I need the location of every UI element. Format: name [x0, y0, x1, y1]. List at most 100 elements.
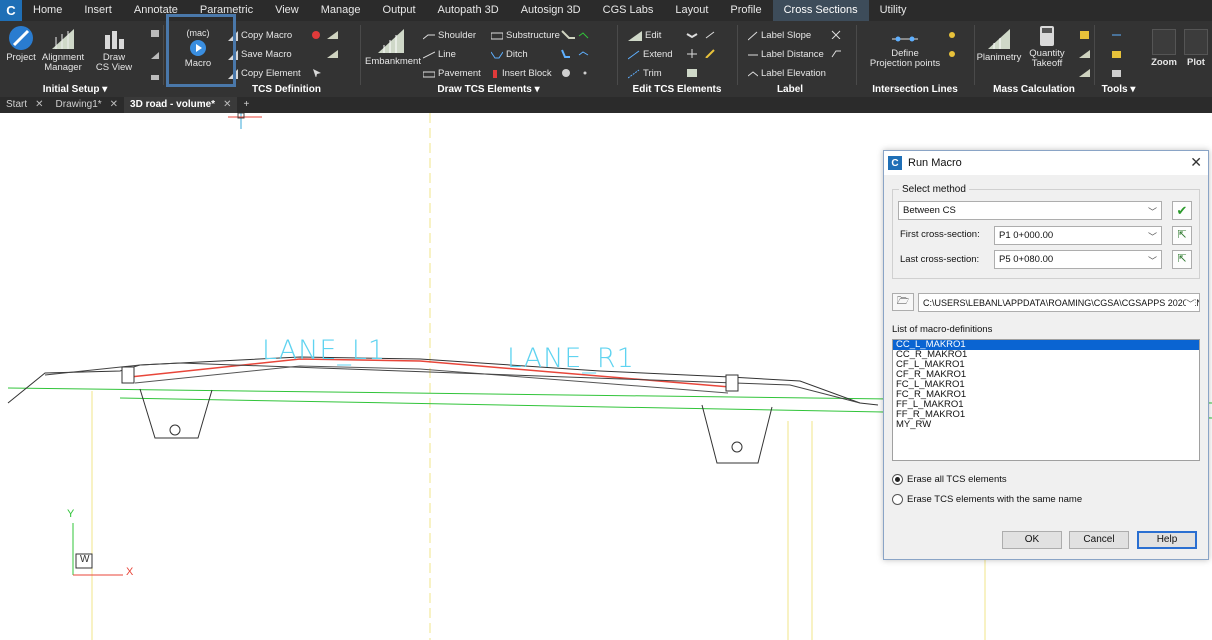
app-logo[interactable]: C — [0, 0, 22, 21]
method-select[interactable]: Between CS ﹀ — [898, 201, 1162, 220]
tools-icon[interactable] — [1111, 30, 1122, 39]
panel-title-initial-setup[interactable]: Initial Setup ▾ — [0, 84, 150, 95]
point-tool-icon[interactable] — [561, 68, 589, 77]
cursor-icon[interactable] — [312, 68, 323, 77]
doc-tab-start[interactable]: Start ✕ — [0, 97, 50, 113]
move-tool-icon[interactable] — [686, 49, 716, 58]
close-icon[interactable]: ✕ — [223, 97, 231, 113]
insert-block-button[interactable]: Insert Block — [491, 68, 552, 80]
edit-tool-icon[interactable] — [686, 30, 716, 39]
mass-tool-icon[interactable] — [1079, 68, 1090, 77]
ribbon-tab-profile[interactable]: Profile — [719, 0, 772, 21]
macro-path-select[interactable]: C:\USERS\LEBANL\APPDATA\ROAMING\CGSA\CGS… — [918, 293, 1200, 312]
panel-title-draw-tcs[interactable]: Draw TCS Elements ▾ — [361, 84, 616, 95]
ok-button[interactable]: OK — [1002, 531, 1062, 549]
slope-tool-icon[interactable] — [561, 30, 589, 39]
slope-icon[interactable] — [327, 49, 338, 58]
project-icon — [9, 26, 33, 50]
edit-button[interactable]: Edit — [628, 30, 661, 42]
ribbon-tab-home[interactable]: Home — [22, 0, 73, 21]
small-tool-icon[interactable] — [150, 29, 161, 38]
save-macro-button[interactable]: Save Macro — [228, 49, 292, 61]
radio-erase-same-indicator[interactable] — [892, 494, 903, 505]
trim-button[interactable]: Trim — [628, 68, 662, 80]
ribbon-tab-view[interactable]: View — [264, 0, 310, 21]
ribbon-tab-utility[interactable]: Utility — [869, 0, 918, 21]
planimetry-icon — [988, 29, 1010, 49]
copy-macro-button[interactable]: Copy Macro — [228, 30, 292, 42]
macro-list-item[interactable]: FF_R_MAKRO1 — [893, 410, 1199, 420]
apply-method-button[interactable]: ✔ — [1172, 201, 1192, 220]
label-elevation-button[interactable]: Label Elevation — [748, 68, 826, 80]
mass-tool-icon[interactable] — [1079, 30, 1090, 39]
plot-label: Plot — [1187, 57, 1205, 68]
stack-tool-icon[interactable] — [686, 68, 700, 77]
substructure-button[interactable]: Substructure — [491, 30, 560, 42]
pick-last-cs-button[interactable]: ⇱ — [1172, 250, 1192, 269]
point-tool-icon[interactable] — [947, 49, 958, 58]
label-tool-icon[interactable] — [831, 30, 842, 39]
ditch-button[interactable]: Ditch — [491, 49, 528, 61]
planimetry-button[interactable]: Planimetry — [975, 25, 1023, 63]
checkmark-icon: ✔ — [1176, 203, 1188, 218]
macro-list-item[interactable]: MY_RW — [893, 420, 1199, 430]
browse-folder-button[interactable]: 🗁 — [892, 293, 914, 311]
ditch-right — [701, 404, 773, 464]
ribbon-tab-manage[interactable]: Manage — [310, 0, 372, 21]
doc-tab-start-label: Start — [6, 99, 28, 110]
close-icon[interactable]: ✕ — [1190, 154, 1202, 171]
tools-icon[interactable] — [1111, 49, 1122, 58]
label-slope-button[interactable]: Label Slope — [748, 30, 811, 42]
macro-definitions-list[interactable]: CC_L_MAKRO1 CC_R_MAKRO1 CF_L_MAKRO1 CF_R_MA… — [892, 339, 1200, 461]
ribbon-tab-cross-sections[interactable]: Cross Sections — [772, 0, 869, 21]
ribbon-tab-insert[interactable]: Insert — [73, 0, 123, 21]
new-tab-button[interactable]: + — [237, 97, 255, 113]
alignment-manager-button[interactable]: Alignment Manager — [40, 25, 86, 73]
copy-element-button[interactable]: Copy Element — [228, 68, 301, 80]
quantity-takeoff-button[interactable]: Quantity Takeoff — [1025, 25, 1069, 69]
last-cs-select[interactable]: P5 0+080.00 ﹀ — [994, 250, 1162, 269]
slope-icon[interactable] — [327, 30, 338, 39]
lane-label-left: LANE_L1 — [262, 335, 387, 366]
shoulder-button[interactable]: Shoulder — [423, 30, 476, 42]
ribbon-tab-cgs-labs[interactable]: CGS Labs — [592, 0, 665, 21]
draw-cs-view-button[interactable]: Draw CS View — [94, 25, 134, 73]
extend-button[interactable]: Extend — [628, 49, 673, 61]
close-icon[interactable]: ✕ — [35, 97, 43, 113]
plot-button[interactable]: Plot — [1181, 29, 1211, 68]
curb-tool-icon[interactable] — [561, 49, 589, 58]
zoom-button[interactable]: Zoom — [1149, 29, 1179, 68]
point-tool-icon[interactable] — [947, 30, 958, 39]
ribbon-tab-layout[interactable]: Layout — [664, 0, 719, 21]
radio-erase-all[interactable]: Erase all TCS elements — [892, 474, 1007, 485]
small-tool-icon[interactable] — [150, 51, 161, 60]
close-icon[interactable]: ✕ — [110, 97, 118, 113]
red-dot-icon[interactable] — [311, 30, 322, 39]
pavement-button[interactable]: Pavement — [423, 68, 481, 80]
small-tool-icon[interactable] — [150, 72, 161, 81]
line-button[interactable]: Line — [423, 49, 456, 61]
define-projection-points-button[interactable]: Define Projection points — [865, 31, 945, 69]
ribbon-tab-output[interactable]: Output — [372, 0, 427, 21]
cancel-button[interactable]: Cancel — [1069, 531, 1129, 549]
doc-tab-3d-road[interactable]: 3D road - volume* ✕ — [124, 97, 238, 113]
pick-first-cs-button[interactable]: ⇱ — [1172, 226, 1192, 245]
label-distance-button[interactable]: Label Distance — [748, 49, 824, 61]
insert-block-icon — [493, 70, 497, 78]
doc-tab-drawing1[interactable]: Drawing1* ✕ — [50, 97, 125, 113]
project-button[interactable]: Project — [4, 25, 38, 63]
ribbon-tab-autosign-3d[interactable]: Autosign 3D — [510, 0, 592, 21]
panel-title-tools[interactable]: Tools ▾ — [1095, 84, 1142, 95]
embankment-button[interactable]: Embankment — [365, 25, 421, 67]
label-tool-icon[interactable] — [831, 49, 842, 58]
first-cs-select[interactable]: P1 0+000.00 ﹀ — [994, 226, 1162, 245]
radio-erase-same-name[interactable]: Erase TCS elements with the same name — [892, 494, 1082, 505]
mass-tool-icon[interactable] — [1079, 49, 1090, 58]
help-button[interactable]: Help — [1137, 531, 1197, 549]
tools-icon[interactable] — [1111, 68, 1122, 77]
radio-erase-all-indicator[interactable] — [892, 474, 903, 485]
calculator-icon — [1040, 26, 1054, 46]
ribbon-tab-autopath-3d[interactable]: Autopath 3D — [427, 0, 510, 21]
dialog-title-bar[interactable]: C Run Macro ✕ — [884, 151, 1208, 175]
ucs-x-label: X — [126, 566, 134, 578]
